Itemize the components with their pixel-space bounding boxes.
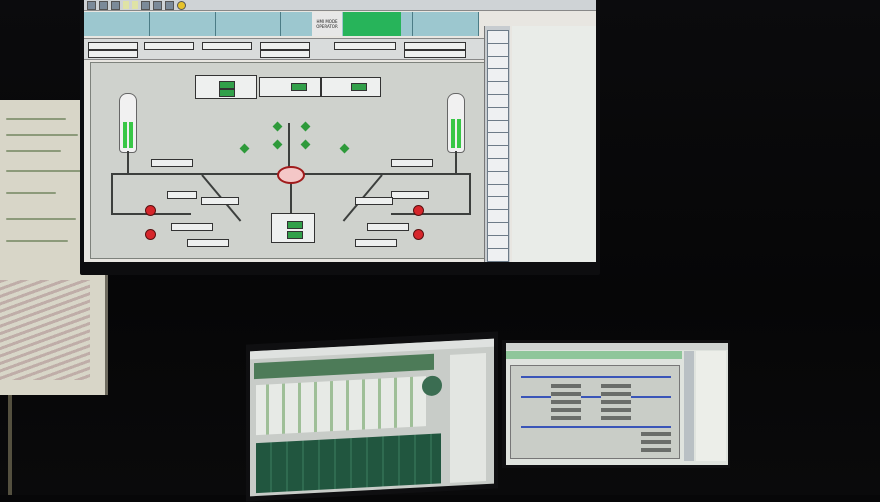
status-cell <box>150 12 216 36</box>
equipment-block <box>551 380 581 420</box>
data-tag <box>151 159 193 167</box>
whiteboard-writing <box>6 150 61 152</box>
status-cell <box>216 12 282 36</box>
toolbar-button[interactable] <box>87 0 96 10</box>
data-tag <box>201 197 239 205</box>
side-panel <box>450 353 486 483</box>
parameter-field <box>202 42 252 50</box>
status-bar <box>84 12 479 36</box>
parameter-field <box>334 42 396 50</box>
bar-array <box>256 376 426 436</box>
manifold-hub[interactable] <box>277 166 305 184</box>
parameter-field <box>144 42 194 50</box>
data-tag <box>187 239 229 247</box>
parameter-strip <box>84 38 484 60</box>
value-field <box>287 231 303 239</box>
pipe <box>469 173 471 213</box>
pipe <box>455 151 457 173</box>
pump-icon[interactable] <box>145 229 156 240</box>
pipe <box>111 173 113 213</box>
valve-icon[interactable] <box>339 143 350 154</box>
status-cell <box>84 12 150 36</box>
toolbar-button[interactable] <box>99 0 108 10</box>
pipe <box>290 178 292 218</box>
data-tag <box>367 223 409 231</box>
toolbar-button[interactable] <box>153 0 162 10</box>
valve-icon[interactable] <box>239 143 250 154</box>
valve-icon[interactable] <box>300 121 311 132</box>
secondary-screen-left <box>250 338 494 497</box>
data-tag <box>355 197 393 205</box>
parameter-field <box>88 42 138 50</box>
toolbar-tab[interactable] <box>132 1 138 9</box>
toolbar-button[interactable] <box>141 0 150 10</box>
parameter-field <box>260 42 310 50</box>
value-field <box>287 221 303 229</box>
equipment-block <box>601 380 631 420</box>
value-field <box>219 81 235 89</box>
value-field <box>291 83 307 91</box>
data-grid <box>256 433 441 494</box>
toolbar <box>506 343 728 350</box>
nav-panel <box>684 351 694 461</box>
vessel-level <box>123 121 127 148</box>
hmi-mode-label: HMI MODE OPERATOR <box>312 12 342 36</box>
pump-icon[interactable] <box>413 229 424 240</box>
data-tag <box>391 191 429 199</box>
status-cell <box>413 12 479 36</box>
data-tag <box>171 223 213 231</box>
valve-icon[interactable] <box>272 139 283 150</box>
toolbar-button[interactable] <box>165 0 174 10</box>
parameter-field <box>404 42 466 50</box>
data-tag <box>355 239 397 247</box>
pump-icon[interactable] <box>145 205 156 216</box>
pipe <box>521 376 671 378</box>
pipe <box>127 151 129 173</box>
whiteboard-writing <box>6 192 56 194</box>
pipe <box>391 213 471 215</box>
nav-button[interactable] <box>487 247 509 262</box>
whiteboard-drawing <box>0 280 90 380</box>
equipment-block <box>641 432 671 452</box>
whiteboard-writing <box>6 240 68 242</box>
vessel-left[interactable] <box>119 93 137 153</box>
data-tag <box>167 191 197 199</box>
value-field <box>219 89 235 97</box>
pipe <box>521 396 671 398</box>
whiteboard-writing <box>6 170 84 172</box>
pump-icon[interactable] <box>413 205 424 216</box>
process-mimic <box>510 365 680 459</box>
process-mimic <box>90 62 492 259</box>
data-box <box>259 77 321 97</box>
main-screen: HMI MODE OPERATOR <box>84 0 596 262</box>
status-light-icon <box>177 0 186 10</box>
status-bar <box>506 351 682 359</box>
parameter-field <box>88 50 138 58</box>
pipe <box>521 426 671 428</box>
value-field <box>351 83 367 91</box>
gauge <box>422 375 442 397</box>
parameter-field <box>260 50 310 58</box>
vessel-right[interactable] <box>447 93 465 153</box>
vessel-level <box>129 121 133 148</box>
alarm-status[interactable] <box>343 12 401 36</box>
blank-area <box>512 26 596 262</box>
toolbar <box>84 0 596 11</box>
nav-panel <box>484 26 510 262</box>
valve-icon[interactable] <box>300 139 311 150</box>
secondary-screen-right <box>506 343 728 465</box>
whiteboard-writing <box>6 218 76 220</box>
data-tag <box>391 159 433 167</box>
toolbar-button[interactable] <box>111 0 120 10</box>
whiteboard-writing <box>6 134 78 136</box>
vessel-level <box>451 119 455 148</box>
blank-area <box>696 351 726 461</box>
vessel-level <box>457 119 461 148</box>
toolbar-tab[interactable] <box>123 1 129 9</box>
easel-leg <box>8 395 12 495</box>
whiteboard-writing <box>6 118 66 120</box>
valve-icon[interactable] <box>272 121 283 132</box>
parameter-field <box>404 50 466 58</box>
